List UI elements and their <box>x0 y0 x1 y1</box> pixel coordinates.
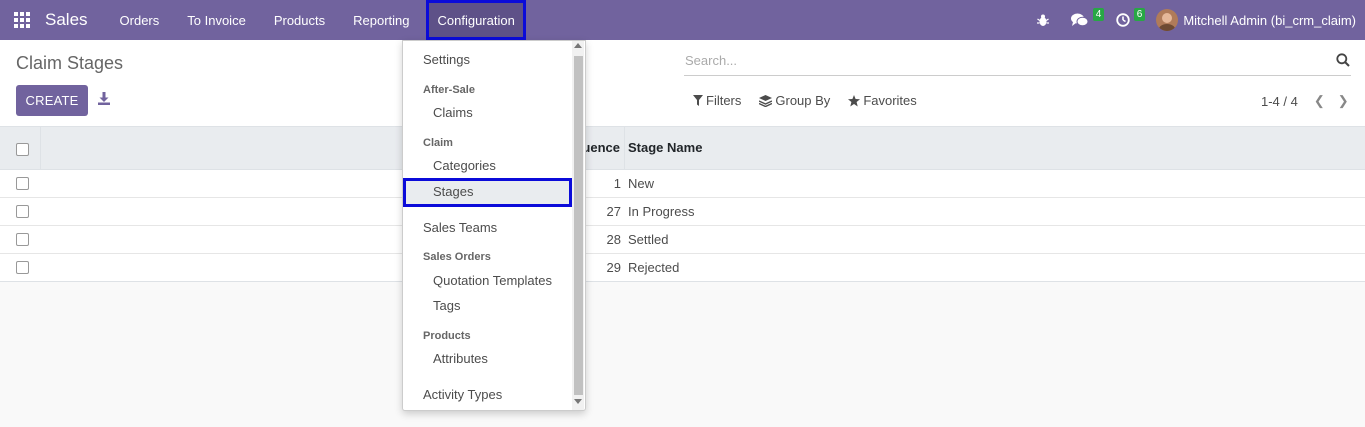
configuration-dropdown: Settings After-Sale Claims Claim Categor… <box>402 40 586 411</box>
filter-icon <box>693 95 703 106</box>
stage-name-cell: Settled <box>628 232 669 247</box>
favorites-label: Favorites <box>863 93 917 108</box>
scroll-thumb[interactable] <box>574 56 583 395</box>
scroll-up-arrow-icon[interactable] <box>574 43 582 48</box>
dropdown-header-after-sale: After-Sale <box>423 84 475 96</box>
pager: 1-4 / 4 ❮ ❯ <box>1261 93 1349 109</box>
dropdown-header-claim: Claim <box>423 137 453 149</box>
filters-toggle[interactable]: Filters <box>693 93 741 108</box>
group-by-toggle[interactable]: Group By <box>759 93 830 108</box>
table-row[interactable]: 1 New <box>0 170 1365 198</box>
debug-icon[interactable] <box>1029 0 1063 40</box>
messages-icon[interactable]: 4 <box>1063 0 1108 40</box>
filters-label: Filters <box>706 93 742 108</box>
scroll-down-arrow-icon[interactable] <box>574 399 582 404</box>
navbar-systray: 4 6 Mitchell Admin (bi_crm_claim) <box>1029 0 1365 40</box>
search-input[interactable] <box>685 53 1305 68</box>
dropdown-item-stages[interactable]: Stages <box>433 184 473 199</box>
list-header: uence Stage Name <box>0 127 1365 170</box>
dropdown-item-sales-teams[interactable]: Sales Teams <box>423 220 497 235</box>
pager-previous-icon[interactable]: ❮ <box>1314 93 1325 109</box>
dropdown-item-claims[interactable]: Claims <box>433 105 473 120</box>
activities-icon[interactable]: 6 <box>1108 0 1148 40</box>
list-view: uence Stage Name 1 New 27 In Progress 28… <box>0 127 1365 282</box>
export-download-icon[interactable] <box>97 92 111 106</box>
user-menu[interactable]: Mitchell Admin (bi_crm_claim) <box>1183 13 1356 28</box>
dropdown-item-activity-types[interactable]: Activity Types <box>423 387 502 402</box>
create-button[interactable]: CREATE <box>16 85 88 116</box>
page-title: Claim Stages <box>16 53 124 73</box>
layers-icon <box>759 94 773 107</box>
dropdown-header-sales-orders: Sales Orders <box>423 251 491 263</box>
select-all-checkbox[interactable] <box>16 143 29 156</box>
stage-name-cell: In Progress <box>628 204 695 219</box>
table-row[interactable]: 29 Rejected <box>0 254 1365 282</box>
dropdown-scrollbar[interactable] <box>572 41 584 410</box>
dropdown-item-quotation-templates[interactable]: Quotation Templates <box>433 273 552 288</box>
table-row[interactable]: 27 In Progress <box>0 198 1365 226</box>
pager-value[interactable]: 1-4 / 4 <box>1261 94 1298 109</box>
control-panel: Claim Stages CREATE Filters Group By Fa <box>0 40 1365 127</box>
app-title[interactable]: Sales <box>45 10 88 30</box>
messages-badge: 4 <box>1092 8 1105 21</box>
menu-orders[interactable]: Orders <box>110 0 174 40</box>
user-avatar[interactable] <box>1156 9 1179 31</box>
dropdown-item-tags[interactable]: Tags <box>433 298 460 313</box>
dropdown-header-products: Products <box>423 330 471 342</box>
menu-products[interactable]: Products <box>260 0 339 40</box>
search-box <box>684 48 1351 76</box>
column-stage-name[interactable]: Stage Name <box>628 140 702 155</box>
star-icon <box>848 94 861 106</box>
dropdown-item-settings[interactable]: Settings <box>423 52 470 67</box>
pager-next-icon[interactable]: ❯ <box>1338 93 1349 109</box>
group-by-label: Group By <box>775 93 831 108</box>
menu-to-invoice[interactable]: To Invoice <box>173 0 260 40</box>
top-navbar: Sales Orders To Invoice Products Reporti… <box>0 0 1365 40</box>
dropdown-item-stages-highlight <box>403 178 572 207</box>
table-row[interactable]: 28 Settled <box>0 226 1365 254</box>
stage-name-cell: New <box>628 176 655 191</box>
stage-name-cell: Rejected <box>628 260 680 275</box>
row-checkbox[interactable] <box>16 261 29 274</box>
search-icon[interactable] <box>1336 53 1350 67</box>
row-checkbox[interactable] <box>16 233 29 246</box>
dropdown-item-categories[interactable]: Categories <box>433 158 496 173</box>
row-checkbox[interactable] <box>16 177 29 190</box>
apps-menu-icon[interactable] <box>0 0 44 40</box>
dropdown-item-attributes[interactable]: Attributes <box>433 351 488 366</box>
search-options: Filters Group By Favorites <box>693 93 917 108</box>
activities-badge: 6 <box>1133 8 1146 21</box>
menu-reporting[interactable]: Reporting <box>339 0 423 40</box>
row-checkbox[interactable] <box>16 205 29 218</box>
menu-configuration[interactable]: Configuration <box>425 0 526 40</box>
favorites-toggle[interactable]: Favorites <box>848 93 917 108</box>
